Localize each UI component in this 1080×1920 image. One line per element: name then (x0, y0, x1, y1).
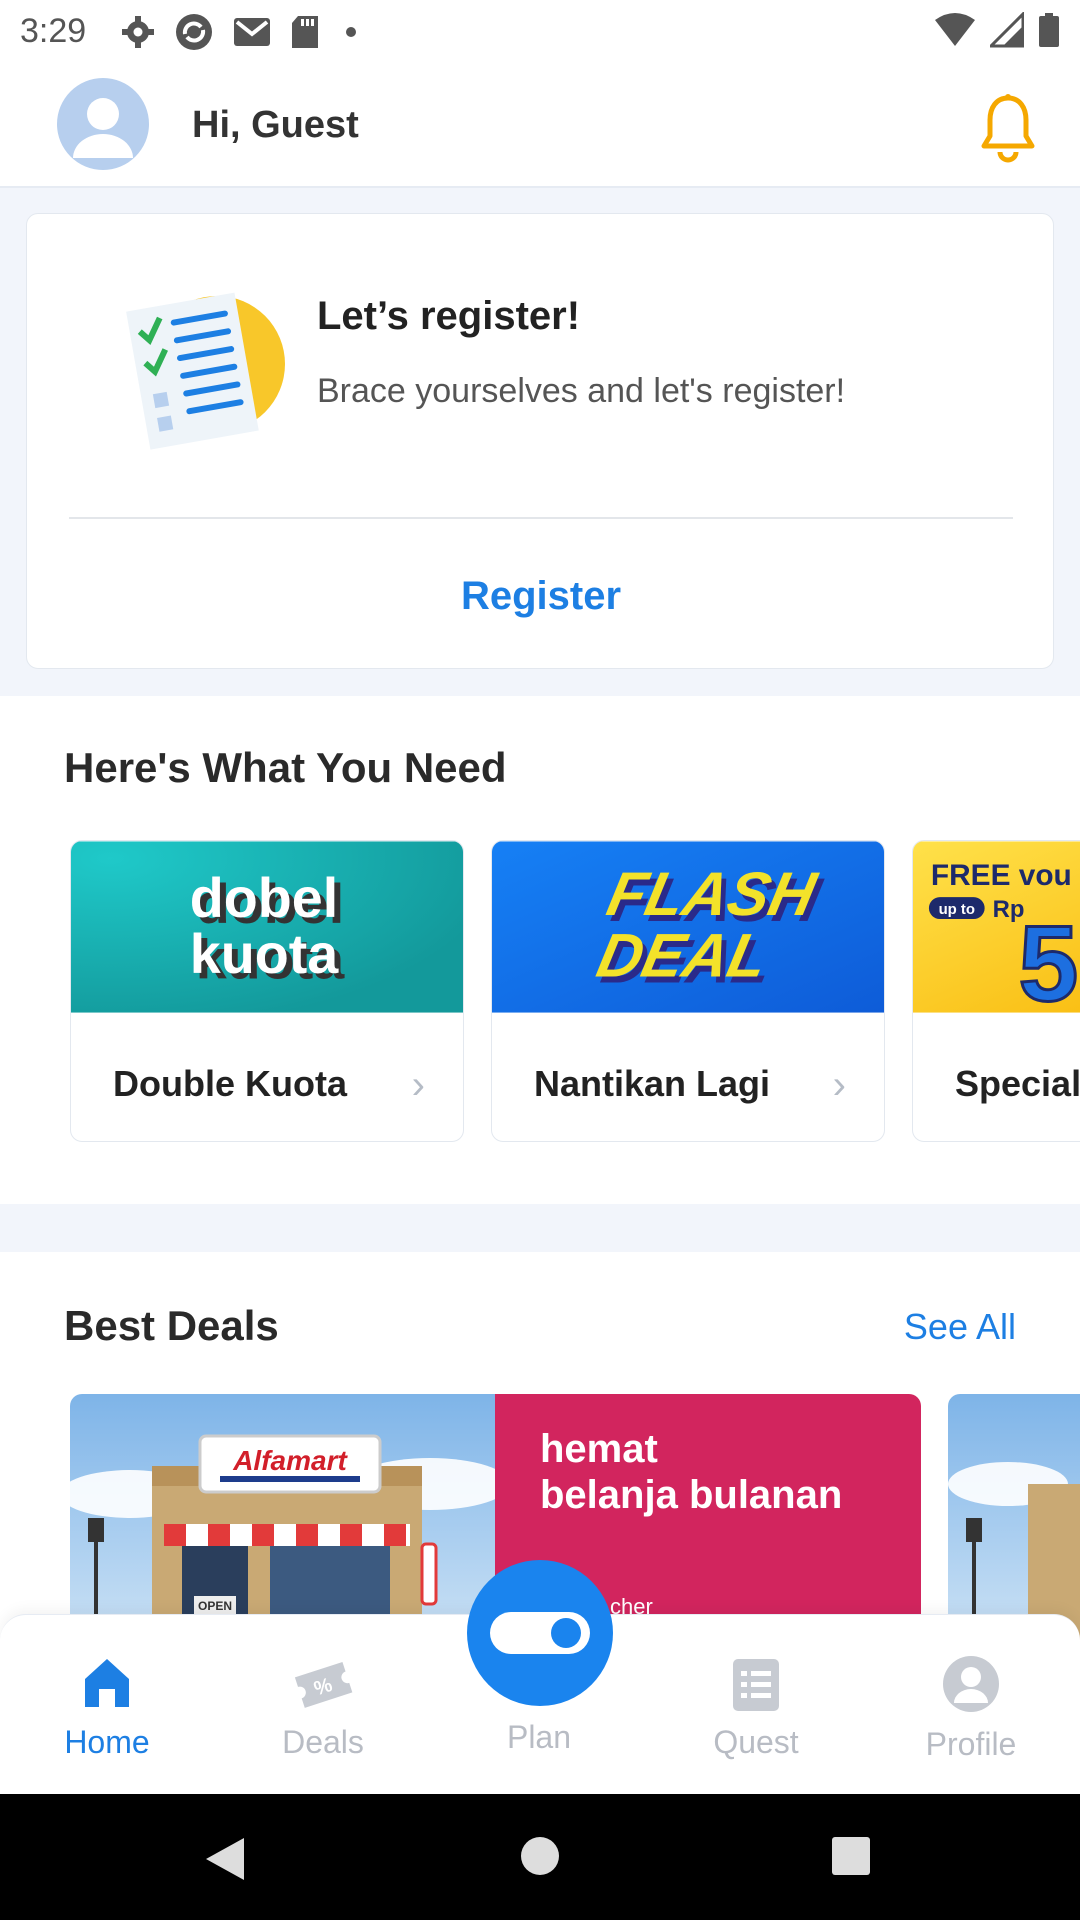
needs-title: Here's What You Need (64, 744, 507, 791)
nav-quest[interactable]: Quest (676, 1655, 836, 1761)
home-icon (85, 1659, 129, 1707)
up-to-text: up to (939, 901, 975, 918)
avatar[interactable] (57, 78, 149, 170)
nav-deals-label: Deals (282, 1724, 364, 1760)
dot-icon (346, 27, 356, 37)
ticket-icon: % (294, 1661, 353, 1708)
nav-deals[interactable]: % Deals (243, 1655, 403, 1761)
alfamart-logo-text: Alfamart (232, 1445, 348, 1476)
open-sign-text: OPEN (198, 1599, 232, 1613)
nav-profile-label: Profile (925, 1726, 1017, 1762)
nav-profile[interactable]: Profile (891, 1655, 1051, 1763)
app-header: Hi, Guest (0, 66, 1080, 188)
kuota-text: kuota (190, 923, 340, 985)
needs-section: Here's What You Need dobel dobel kuota k… (0, 696, 1080, 1204)
avatar-icon (73, 98, 133, 158)
chevron-right-icon: › (832, 1063, 846, 1107)
amount-text: 5 (1018, 904, 1078, 1013)
chevron-right-icon: › (411, 1063, 425, 1107)
status-icons (120, 12, 364, 52)
status-bar: 3:29 (0, 0, 1080, 66)
signal-icon (990, 12, 1024, 48)
plan-fab-button[interactable] (467, 1560, 613, 1706)
free-voucher-banner: FREE vou up to Rp 5 (913, 841, 1080, 1013)
register-subtitle: Brace yourselves and let's register! (317, 372, 846, 410)
status-time: 3:29 (20, 12, 87, 50)
toggle-icon (490, 1612, 590, 1654)
sd-card-icon (292, 16, 318, 48)
register-card: Let’s register! Brace yourselves and let… (26, 213, 1054, 669)
recents-icon[interactable] (831, 1836, 871, 1876)
see-all-link[interactable]: See All (904, 1306, 1016, 1348)
nav-home[interactable]: Home (27, 1655, 187, 1761)
divider (69, 517, 1013, 519)
promo-label: Double Kuota (113, 1063, 347, 1104)
sync-icon (176, 14, 212, 50)
deal-headline-1: hemat (540, 1427, 658, 1471)
wifi-icon (935, 13, 975, 46)
deal-headline-2: belanja bulanan (540, 1473, 842, 1517)
greeting: Hi, Guest (192, 104, 359, 146)
promo-card-special[interactable]: FREE vou up to Rp 5 Special (912, 840, 1080, 1142)
register-button[interactable]: Register (27, 574, 1055, 619)
back-icon[interactable] (204, 1836, 246, 1882)
dobel-kuota-banner: dobel dobel kuota kuota (71, 841, 463, 1013)
deal-text: DEAL (591, 922, 773, 990)
status-right-icons (934, 12, 1060, 48)
free-voucher-text: FREE vou (931, 859, 1072, 892)
promo-label: Nantikan Lagi (534, 1063, 771, 1104)
checklist-icon (126, 292, 285, 450)
bell-icon[interactable] (976, 92, 1040, 164)
system-nav-bar (0, 1794, 1080, 1920)
battery-icon (1039, 13, 1059, 47)
clipboard-icon (733, 1659, 779, 1711)
nav-plan-label: Plan (506, 1719, 572, 1755)
settings-icon (122, 16, 154, 48)
nav-home-label: Home (64, 1724, 150, 1760)
flash-text: FLASH (601, 861, 823, 929)
promo-card-double-kuota[interactable]: dobel dobel kuota kuota Double Kuota › (70, 840, 464, 1142)
promo-card-flash-deal[interactable]: FLASH FLASH DEAL DEAL Nantikan Lagi › (491, 840, 885, 1142)
home-circle-icon[interactable] (520, 1836, 560, 1876)
app-screen: 3:29 Hi, Guest Let’s register! Brace you… (0, 0, 1080, 1920)
nav-quest-label: Quest (713, 1724, 799, 1760)
best-deals-title: Best Deals (64, 1302, 279, 1349)
register-title: Let’s register! (317, 294, 581, 338)
gmail-icon (234, 18, 270, 46)
flash-deal-banner: FLASH FLASH DEAL DEAL (492, 841, 884, 1013)
profile-icon (943, 1656, 999, 1712)
promo-label: Special (955, 1063, 1080, 1104)
dobel-text: dobel (190, 867, 339, 929)
